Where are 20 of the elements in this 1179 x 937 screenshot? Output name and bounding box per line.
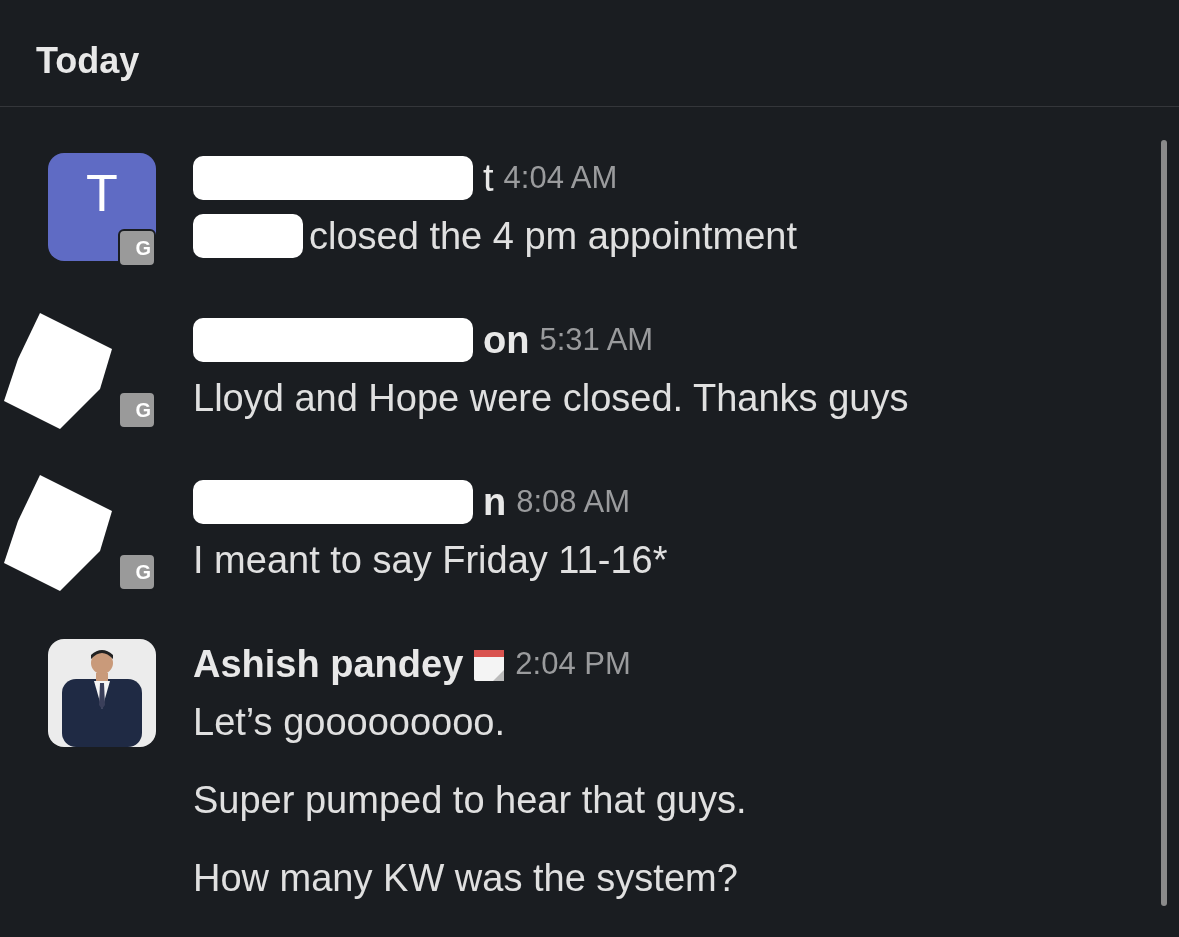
scrollbar[interactable] (1161, 140, 1167, 906)
message-text: Let’s gooooooooo. (193, 700, 506, 745)
message-time: 8:08 AM (516, 482, 630, 521)
workspace-badge: G (118, 391, 156, 429)
section-title: Today (36, 40, 140, 81)
message-text: closed the 4 pm appointment (309, 214, 797, 259)
message-time: 4:04 AM (503, 158, 618, 197)
workspace-badge: G (118, 553, 156, 591)
sender-name[interactable]: t (483, 149, 494, 207)
message-time: 5:31 AM (539, 320, 654, 359)
message-text: Super pumped to hear that guys. (193, 778, 747, 823)
message-text: I meant to say Friday 11-16* (193, 538, 668, 583)
sender-name[interactable]: on (483, 311, 530, 369)
avatar-letter: T (86, 167, 118, 219)
message-time: 2:04 PM (515, 644, 631, 683)
workspace-badge: G (118, 229, 156, 267)
message-text: Lloyd and Hope were closed. Thanks guys (193, 376, 909, 421)
message-text: How many KW was the system? (193, 856, 738, 901)
sender-name[interactable]: n (483, 473, 507, 531)
sender-name[interactable]: Ashish pandey (193, 635, 464, 693)
